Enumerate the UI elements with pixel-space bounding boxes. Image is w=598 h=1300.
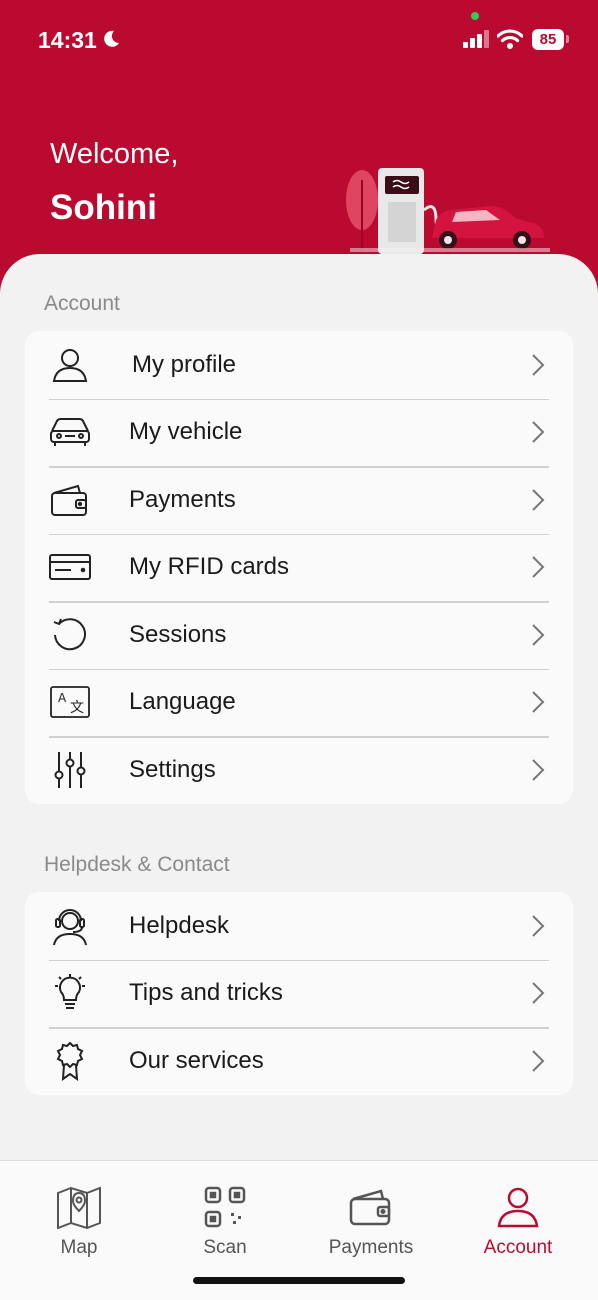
chevron-right-icon	[532, 354, 545, 376]
chevron-right-icon	[532, 1050, 545, 1072]
person-icon	[49, 344, 91, 386]
help-section-title: Helpdesk & Contact	[44, 853, 230, 876]
menu-item-label: Language	[129, 688, 236, 716]
tab-payments[interactable]: Payments	[298, 1161, 444, 1271]
status-bar: 14:31 85	[0, 0, 598, 80]
badge-icon	[49, 1040, 91, 1082]
username: Sohini	[50, 188, 157, 227]
menu-item-label: Sessions	[129, 620, 227, 648]
menu-item-tips[interactable]: Tips and tricks	[25, 959, 573, 1028]
menu-item-my-vehicle[interactable]: My vehicle	[25, 398, 573, 467]
menu-item-label: My profile	[132, 350, 237, 378]
tab-scan[interactable]: Scan	[152, 1161, 298, 1271]
person-icon	[496, 1183, 540, 1231]
menu-item-label: My vehicle	[129, 418, 243, 446]
chevron-right-icon	[532, 556, 545, 578]
tab-label: Payments	[328, 1237, 414, 1258]
wallet-icon	[49, 479, 91, 521]
tab-label: Account	[483, 1237, 553, 1258]
privacy-indicator	[471, 12, 479, 20]
menu-item-settings[interactable]: Settings	[25, 736, 573, 804]
menu-item-helpdesk[interactable]: Helpdesk	[25, 892, 573, 960]
chevron-right-icon	[532, 624, 545, 646]
moon-icon	[104, 30, 119, 47]
menu-item-label: Settings	[129, 755, 216, 783]
chevron-right-icon	[532, 691, 545, 713]
menu-item-rfid-cards[interactable]: My RFID cards	[25, 533, 573, 602]
menu-item-my-profile[interactable]: My profile	[25, 331, 573, 399]
menu-item-label: Helpdesk	[129, 911, 230, 939]
svg-text:A: A	[58, 691, 67, 705]
charging-station-illustration	[346, 168, 550, 254]
chevron-right-icon	[532, 982, 545, 1004]
home-indicator[interactable]	[193, 1277, 405, 1284]
battery-indicator: 85	[532, 29, 564, 50]
menu-item-our-services[interactable]: Our services	[25, 1027, 573, 1095]
menu-item-label: Our services	[129, 1046, 264, 1074]
translate-icon: A 文	[49, 681, 91, 723]
signal-icon	[463, 30, 489, 48]
qr-icon	[204, 1183, 246, 1231]
card-icon	[49, 546, 91, 588]
tab-map[interactable]: Map	[6, 1161, 152, 1271]
refresh-icon	[49, 614, 91, 656]
wifi-icon	[497, 29, 523, 49]
status-time: 14:31	[38, 27, 97, 53]
wallet-icon	[349, 1183, 393, 1231]
account-menu: My profile My vehicle Payments My RFID c…	[25, 331, 573, 804]
tab-label: Map	[60, 1237, 98, 1258]
tab-account[interactable]: Account	[445, 1161, 591, 1271]
chevron-right-icon	[532, 759, 545, 781]
menu-item-label: Payments	[129, 485, 236, 513]
menu-item-payments[interactable]: Payments	[25, 466, 573, 534]
headset-icon	[49, 905, 91, 947]
help-menu: Helpdesk Tips and tricks Our services	[25, 892, 573, 1095]
menu-item-label: Tips and tricks	[129, 979, 283, 1007]
chevron-right-icon	[532, 421, 545, 443]
map-icon	[56, 1183, 102, 1231]
menu-item-sessions[interactable]: Sessions	[25, 601, 573, 669]
tab-label: Scan	[203, 1237, 247, 1258]
menu-item-language[interactable]: A 文 Language	[25, 668, 573, 737]
menu-item-label: My RFID cards	[129, 553, 290, 581]
chevron-right-icon	[532, 489, 545, 511]
chevron-right-icon	[532, 915, 545, 937]
account-section-title: Account	[44, 292, 120, 315]
welcome-text: Welcome,	[50, 138, 179, 170]
car-icon	[49, 411, 91, 453]
sliders-icon	[49, 749, 91, 791]
lightbulb-icon	[49, 972, 91, 1014]
battery-tip	[566, 35, 569, 43]
svg-text:文: 文	[70, 700, 84, 716]
